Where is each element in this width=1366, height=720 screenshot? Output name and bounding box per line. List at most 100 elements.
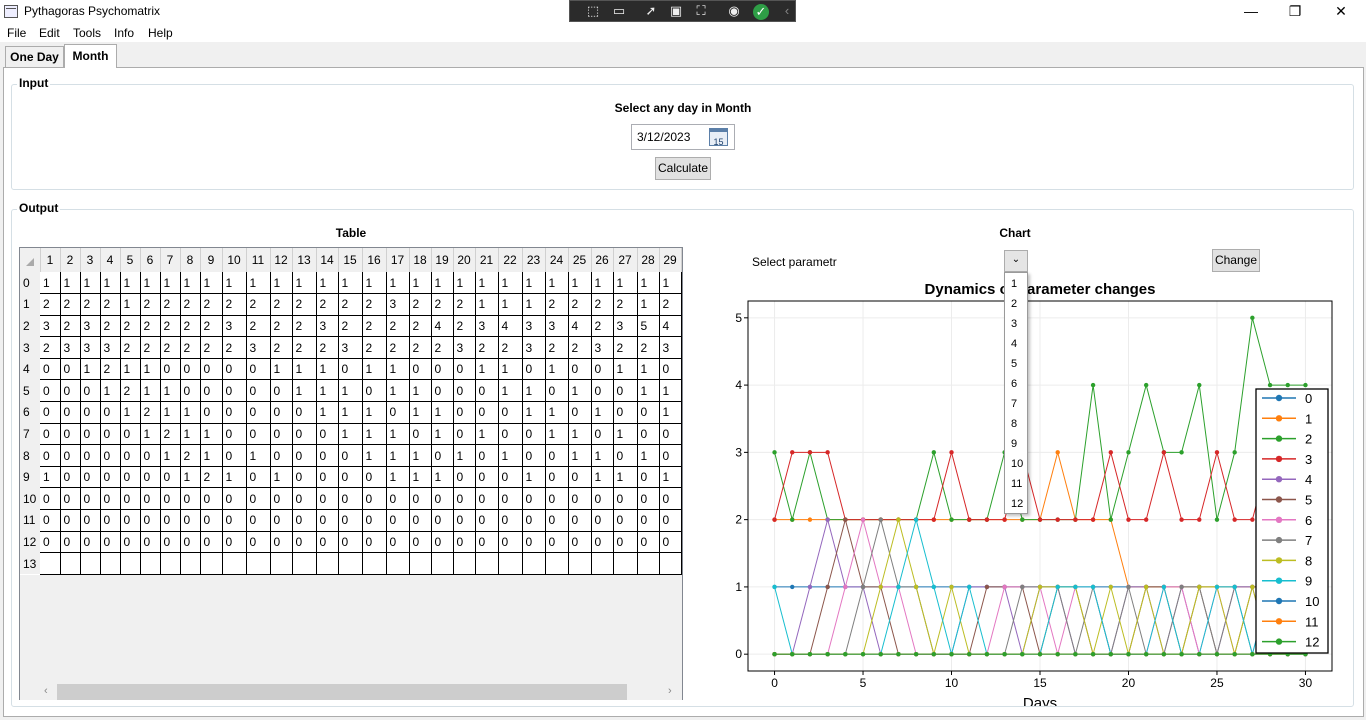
grid-cell[interactable]: 0 — [140, 487, 161, 511]
grid-cell[interactable]: 0 — [613, 444, 638, 467]
grid-cell[interactable]: 2 — [591, 315, 614, 338]
grid-cell[interactable]: 0 — [386, 487, 410, 511]
grid-cell[interactable] — [180, 552, 201, 575]
grid-cell[interactable]: 3 — [246, 336, 271, 359]
grid-cell[interactable]: 0 — [222, 444, 247, 467]
grid-cell[interactable] — [160, 552, 181, 575]
grid-cell[interactable]: 1 — [316, 272, 339, 295]
grid-cell[interactable]: 2 — [545, 336, 569, 359]
grid-cell[interactable]: 2 — [386, 336, 410, 359]
grid-cell[interactable]: 0 — [338, 466, 363, 489]
grid-cell[interactable]: 2 — [120, 336, 141, 359]
grid-cell[interactable]: 2 — [292, 293, 317, 316]
grid-cell[interactable]: 1 — [545, 272, 569, 295]
grid-column-header[interactable]: 11 — [246, 248, 271, 272]
grid-row[interactable]: 323332222223222322223223223223 — [20, 336, 682, 359]
grid-cell[interactable]: 2 — [659, 293, 682, 316]
grid-cell[interactable]: 0 — [270, 423, 293, 446]
grid-cell[interactable]: 4 — [659, 315, 682, 338]
grid-cell[interactable]: 1 — [453, 272, 476, 295]
grid-cell[interactable]: 0 — [60, 401, 81, 424]
grid-cell[interactable]: 0 — [222, 487, 247, 511]
grid-cell[interactable]: 0 — [222, 509, 247, 532]
grid-cell[interactable]: 0 — [80, 509, 101, 532]
grid-cell[interactable]: 0 — [591, 358, 614, 381]
grid-cell[interactable]: 1 — [637, 358, 660, 381]
grid-cell[interactable]: 1 — [222, 272, 247, 295]
grid-cell[interactable]: 0 — [60, 487, 81, 511]
grid-cell[interactable]: 1 — [522, 401, 546, 424]
grid-cell[interactable]: 0 — [80, 466, 101, 489]
calendar-icon[interactable]: 15 — [709, 128, 728, 147]
grid-cell[interactable]: 1 — [338, 401, 363, 424]
grid-cell[interactable]: 1 — [568, 444, 592, 467]
grid-cell[interactable]: 0 — [545, 444, 569, 467]
grid-row-header[interactable]: 1 — [20, 293, 40, 316]
grid-cell[interactable]: 2 — [475, 336, 499, 359]
grid-cell[interactable]: 0 — [316, 444, 339, 467]
grid-cell[interactable]: 1 — [637, 272, 660, 295]
grid-cell[interactable]: 1 — [475, 272, 499, 295]
grid-cell[interactable]: 1 — [200, 444, 223, 467]
grid-cell[interactable]: 0 — [292, 466, 317, 489]
grid-cell[interactable]: 1 — [409, 272, 432, 295]
grid-cell[interactable]: 0 — [522, 487, 546, 511]
dropdown-option[interactable]: 2 — [1011, 298, 1017, 310]
dropdown-option[interactable]: 10 — [1011, 458, 1023, 470]
grid-cell[interactable]: 1 — [316, 358, 339, 381]
grid-column-header[interactable]: 17 — [386, 248, 410, 272]
grid-cell[interactable]: 1 — [100, 379, 121, 403]
grid-cell[interactable]: 0 — [453, 466, 476, 489]
grid-cell[interactable]: 1 — [292, 358, 317, 381]
grid-cell[interactable]: 0 — [100, 531, 121, 554]
grid-column-header[interactable]: 18 — [409, 248, 432, 272]
check-icon[interactable]: ✓ — [753, 4, 769, 20]
grid-cell[interactable]: 0 — [431, 358, 454, 381]
grid-column-header[interactable]: 15 — [338, 248, 363, 272]
grid-cell[interactable]: 4 — [568, 315, 592, 338]
grid-cell[interactable]: 0 — [180, 379, 201, 403]
grid-cell[interactable]: 0 — [60, 509, 81, 532]
grid-cell[interactable]: 0 — [613, 401, 638, 424]
grid-cell[interactable] — [591, 552, 614, 575]
grid-column-header[interactable]: 8 — [180, 248, 201, 272]
grid-cell[interactable]: 1 — [362, 423, 387, 446]
grid-cell[interactable]: 0 — [475, 487, 499, 511]
tab-month[interactable]: Month — [64, 44, 117, 68]
grid-cell[interactable]: 0 — [613, 509, 638, 532]
grid-cell[interactable]: 1 — [180, 466, 201, 489]
grid-row-header[interactable]: 8 — [20, 444, 40, 467]
grid-cell[interactable]: 0 — [659, 423, 682, 446]
grid-cell[interactable]: 3 — [591, 336, 614, 359]
grid-column-header[interactable]: 24 — [545, 248, 569, 272]
grid-cell[interactable]: 1 — [386, 423, 410, 446]
grid-cell[interactable]: 2 — [200, 336, 223, 359]
grid-cell[interactable]: 0 — [613, 487, 638, 511]
grid-cell[interactable]: 0 — [120, 423, 141, 446]
scroll-right-icon[interactable]: › — [668, 685, 672, 697]
grid-cell[interactable]: 0 — [80, 379, 101, 403]
grid-cell[interactable]: 0 — [316, 466, 339, 489]
grid-cell[interactable]: 2 — [180, 315, 201, 338]
grid-cell[interactable]: 1 — [140, 358, 161, 381]
grid-cell[interactable]: 1 — [140, 379, 161, 403]
grid-cell[interactable]: 0 — [568, 509, 592, 532]
grid-cell[interactable]: 0 — [498, 487, 523, 511]
grid-cell[interactable]: 2 — [140, 315, 161, 338]
grid-cell[interactable]: 0 — [100, 423, 121, 446]
grid-cell[interactable]: 0 — [545, 509, 569, 532]
grid-cell[interactable]: 1 — [613, 466, 638, 489]
grid-cell[interactable] — [498, 552, 523, 575]
parametr-combobox[interactable]: ⌄ — [1004, 250, 1028, 272]
dropdown-option[interactable]: 1 — [1011, 278, 1017, 290]
grid-cell[interactable]: 0 — [659, 509, 682, 532]
grid-cell[interactable]: 0 — [409, 423, 432, 446]
grid-cell[interactable] — [522, 552, 546, 575]
grid-cell[interactable]: 0 — [431, 379, 454, 403]
grid-cell[interactable]: 0 — [659, 487, 682, 511]
grid-cell[interactable] — [140, 552, 161, 575]
grid-cell[interactable]: 0 — [591, 509, 614, 532]
grid-row-header[interactable]: 5 — [20, 379, 40, 402]
grid-cell[interactable]: 1 — [545, 423, 569, 446]
grid-cell[interactable]: 0 — [659, 444, 682, 467]
